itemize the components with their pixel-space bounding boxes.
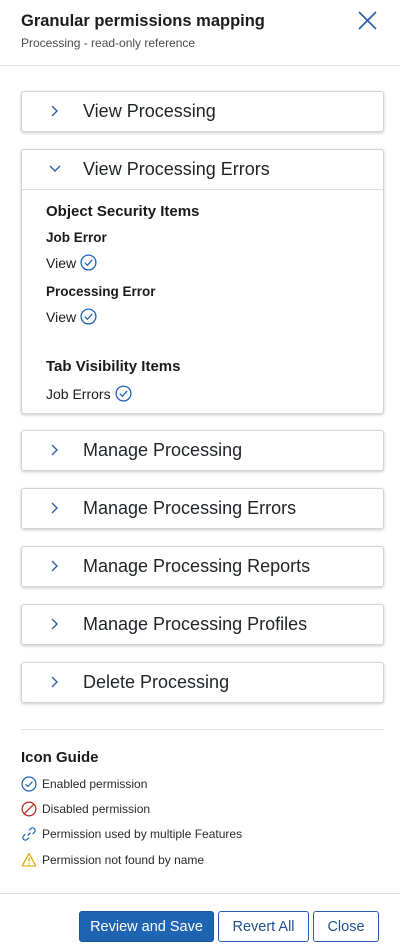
panel-manage-processing: Manage Processing	[21, 430, 384, 471]
tab-visibility-heading: Tab Visibility Items	[46, 358, 181, 375]
panel-label: Manage Processing	[83, 440, 243, 460]
dialog-title: Granular permissions mapping	[21, 12, 265, 30]
panel-header-manage-processing-profiles[interactable]: Manage Processing Profiles	[22, 605, 383, 644]
permission-label: Job Errors	[46, 385, 111, 402]
guide-item-label: Disabled permission	[42, 802, 151, 816]
dialog-header: Granular permissions mapping Processing …	[0, 0, 400, 66]
guide-item-not-found: Permission not found by name	[21, 852, 204, 868]
panel-label: View Processing	[83, 101, 216, 121]
panel-label: View Processing Errors	[83, 159, 270, 179]
job-error-label: Job Error	[46, 230, 107, 245]
guide-item-label: Permission not found by name	[42, 853, 205, 867]
chevron-right-icon	[51, 618, 58, 630]
panel-label: Manage Processing Reports	[83, 556, 311, 576]
panel-manage-processing-reports: Manage Processing Reports	[21, 546, 384, 587]
review-and-save-button[interactable]: Review and Save	[79, 911, 214, 942]
chevron-right-icon	[51, 444, 58, 456]
divider	[21, 729, 384, 730]
panel-view-processing: View Processing	[21, 91, 384, 132]
panel-delete-processing: Delete Processing	[21, 662, 384, 703]
guide-item-disabled: Disabled permission	[21, 801, 150, 817]
processing-error-label: Processing Error	[46, 284, 156, 299]
object-security-heading: Object Security Items	[46, 203, 200, 220]
panel-manage-processing-profiles: Manage Processing Profiles	[21, 604, 384, 645]
panel-header-delete-processing[interactable]: Delete Processing	[22, 663, 383, 702]
panel-header-manage-processing[interactable]: Manage Processing	[22, 431, 383, 470]
permission-label: View	[46, 308, 77, 325]
panel-manage-processing-errors: Manage Processing Errors	[21, 488, 384, 529]
panel-label: Delete Processing	[83, 672, 230, 692]
check-circle-icon	[80, 308, 97, 325]
chevron-right-icon	[51, 105, 58, 117]
guide-item-enabled: Enabled permission	[21, 776, 147, 792]
check-circle-icon	[115, 385, 132, 402]
dialog-subtitle: Processing - read-only reference	[21, 36, 196, 50]
chevron-right-icon	[51, 502, 58, 514]
chevron-right-icon	[51, 560, 58, 572]
tab-visibility-permission: Job Errors	[46, 385, 132, 402]
job-error-permission: View	[46, 254, 97, 271]
panel-label: Manage Processing Profiles	[83, 614, 308, 634]
warning-icon	[21, 852, 37, 867]
guide-item-label: Enabled permission	[42, 777, 148, 791]
panel-header-manage-processing-errors[interactable]: Manage Processing Errors	[22, 489, 383, 528]
guide-item-shared: Permission used by multiple Features	[21, 826, 242, 842]
panel-label: Manage Processing Errors	[83, 498, 297, 518]
processing-error-permission: View	[46, 308, 97, 325]
link-icon	[22, 827, 36, 841]
footer-divider	[0, 893, 400, 894]
panel-header-view-processing-errors[interactable]: View Processing Errors	[22, 150, 383, 189]
panel-header-view-processing[interactable]: View Processing	[22, 92, 383, 131]
panel-view-processing-errors: View Processing Errors Object Security I…	[21, 149, 384, 414]
panel-header-manage-processing-reports[interactable]: Manage Processing Reports	[22, 547, 383, 586]
guide-item-label: Permission used by multiple Features	[42, 827, 243, 841]
check-circle-icon	[21, 776, 37, 792]
prohibited-icon	[21, 801, 37, 817]
revert-all-button[interactable]: Revert All	[218, 911, 309, 942]
permission-label: View	[46, 254, 77, 271]
panel-body: Object Security Items Job Error View Pro…	[22, 190, 383, 413]
close-button[interactable]: Close	[313, 911, 379, 942]
chevron-down-icon	[49, 165, 61, 172]
check-circle-icon	[80, 254, 97, 271]
close-icon[interactable]	[355, 9, 379, 33]
icon-guide-title: Icon Guide	[21, 749, 99, 766]
chevron-right-icon	[51, 676, 58, 688]
